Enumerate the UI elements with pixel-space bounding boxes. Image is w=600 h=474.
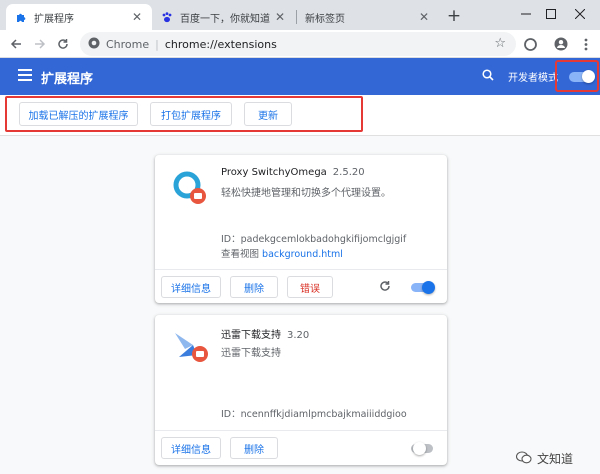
highlight-box-toggle (555, 60, 599, 92)
menu-kebab-icon[interactable] (576, 34, 596, 54)
omnibox-separator: | (155, 37, 159, 51)
tab-strip: 扩展程序 ✕ 百度一下，你就知道 ✕ 新标签页 ✕ + (0, 0, 600, 30)
extensions-header: 扩展程序 开发者模式 (0, 58, 600, 95)
views-label: 查看视图 (221, 249, 260, 260)
tab-title: 扩展程序 (34, 13, 74, 25)
tab-extensions[interactable]: 扩展程序 ✕ (6, 4, 152, 30)
extension-name: 迅雷下载支持 3.20 (221, 326, 309, 341)
tab-baidu[interactable]: 百度一下，你就知道 ✕ (152, 4, 295, 30)
bookmark-star-icon[interactable]: ☆ (494, 36, 506, 51)
card-divider (155, 430, 447, 431)
profile-avatar-icon[interactable] (551, 34, 571, 54)
new-tab-button[interactable]: + (444, 6, 464, 26)
details-button[interactable]: 详细信息 (161, 276, 221, 298)
extension-enable-toggle[interactable] (411, 281, 435, 294)
xunlei-logo-icon (173, 327, 211, 368)
chrome-label: Chrome (106, 37, 150, 51)
watermark-text: 文知道 (537, 452, 574, 466)
forward-icon[interactable] (30, 34, 50, 54)
watermark: 文知道 (515, 450, 574, 467)
extension-views: 查看视图 background.html (221, 246, 343, 260)
developer-mode-label: 开发者模式 (508, 73, 558, 84)
extension-version: 2.5.20 (332, 167, 365, 178)
close-icon[interactable]: ✕ (417, 10, 431, 24)
extension-version: 3.20 (287, 330, 310, 341)
baidu-paw-icon (160, 11, 173, 24)
extension-id: ID：padekgcemlokbadohgkifijomclgjgif (221, 234, 407, 245)
highlight-box-actions (5, 96, 363, 132)
url-text: chrome://extensions (164, 37, 277, 51)
extension-description: 迅雷下载支持 (221, 348, 281, 359)
reload-extension-icon[interactable] (379, 280, 391, 296)
back-icon[interactable] (6, 34, 26, 54)
details-button[interactable]: 详细信息 (161, 437, 221, 459)
extension-card-switchyomega: Proxy SwitchyOmega 2.5.20 轻松快捷地管理和切换多个代理设… (155, 155, 447, 303)
chrome-logo-icon (88, 37, 100, 52)
page-title: 扩展程序 (41, 72, 94, 87)
window-close-icon[interactable] (560, 0, 600, 28)
extension-enable-toggle[interactable] (411, 442, 433, 455)
address-bar[interactable]: Chrome | chrome://extensions ☆ (80, 32, 516, 56)
close-icon[interactable]: ✕ (130, 10, 144, 24)
close-icon[interactable]: ✕ (273, 10, 287, 24)
wechat-icon (515, 450, 532, 467)
extension-name-text: Proxy SwitchyOmega (221, 167, 327, 178)
switchyomega-logo-icon (171, 169, 209, 210)
hamburger-menu-icon[interactable] (18, 69, 32, 83)
card-divider (155, 269, 447, 270)
extension-name-text: 迅雷下载支持 (221, 330, 281, 341)
extension-id: ID：ncennffkjdiamlpmcbajkmaiiiddgioo (221, 409, 407, 420)
remove-button[interactable]: 删除 (230, 276, 278, 298)
remove-button[interactable]: 删除 (230, 437, 278, 459)
browser-toolbar: Chrome | chrome://extensions ☆ (0, 30, 600, 58)
extension-name: Proxy SwitchyOmega 2.5.20 (221, 167, 365, 178)
tab-newtab[interactable]: 新标签页 ✕ (297, 4, 439, 30)
search-icon[interactable] (482, 69, 494, 84)
errors-button[interactable]: 错误 (287, 276, 333, 298)
extension-action-icon[interactable] (520, 34, 540, 54)
background-page-link[interactable]: background.html (262, 249, 343, 260)
puzzle-icon (14, 11, 27, 24)
extension-card-xunlei: 迅雷下载支持 3.20 迅雷下载支持 ID：ncennffkjdiamlpmcba… (155, 315, 447, 465)
tab-title: 新标签页 (305, 13, 345, 25)
reload-icon[interactable] (53, 34, 73, 54)
extension-description: 轻松快捷地管理和切换多个代理设置。 (221, 188, 391, 199)
tab-title: 百度一下，你就知道 (180, 13, 270, 25)
